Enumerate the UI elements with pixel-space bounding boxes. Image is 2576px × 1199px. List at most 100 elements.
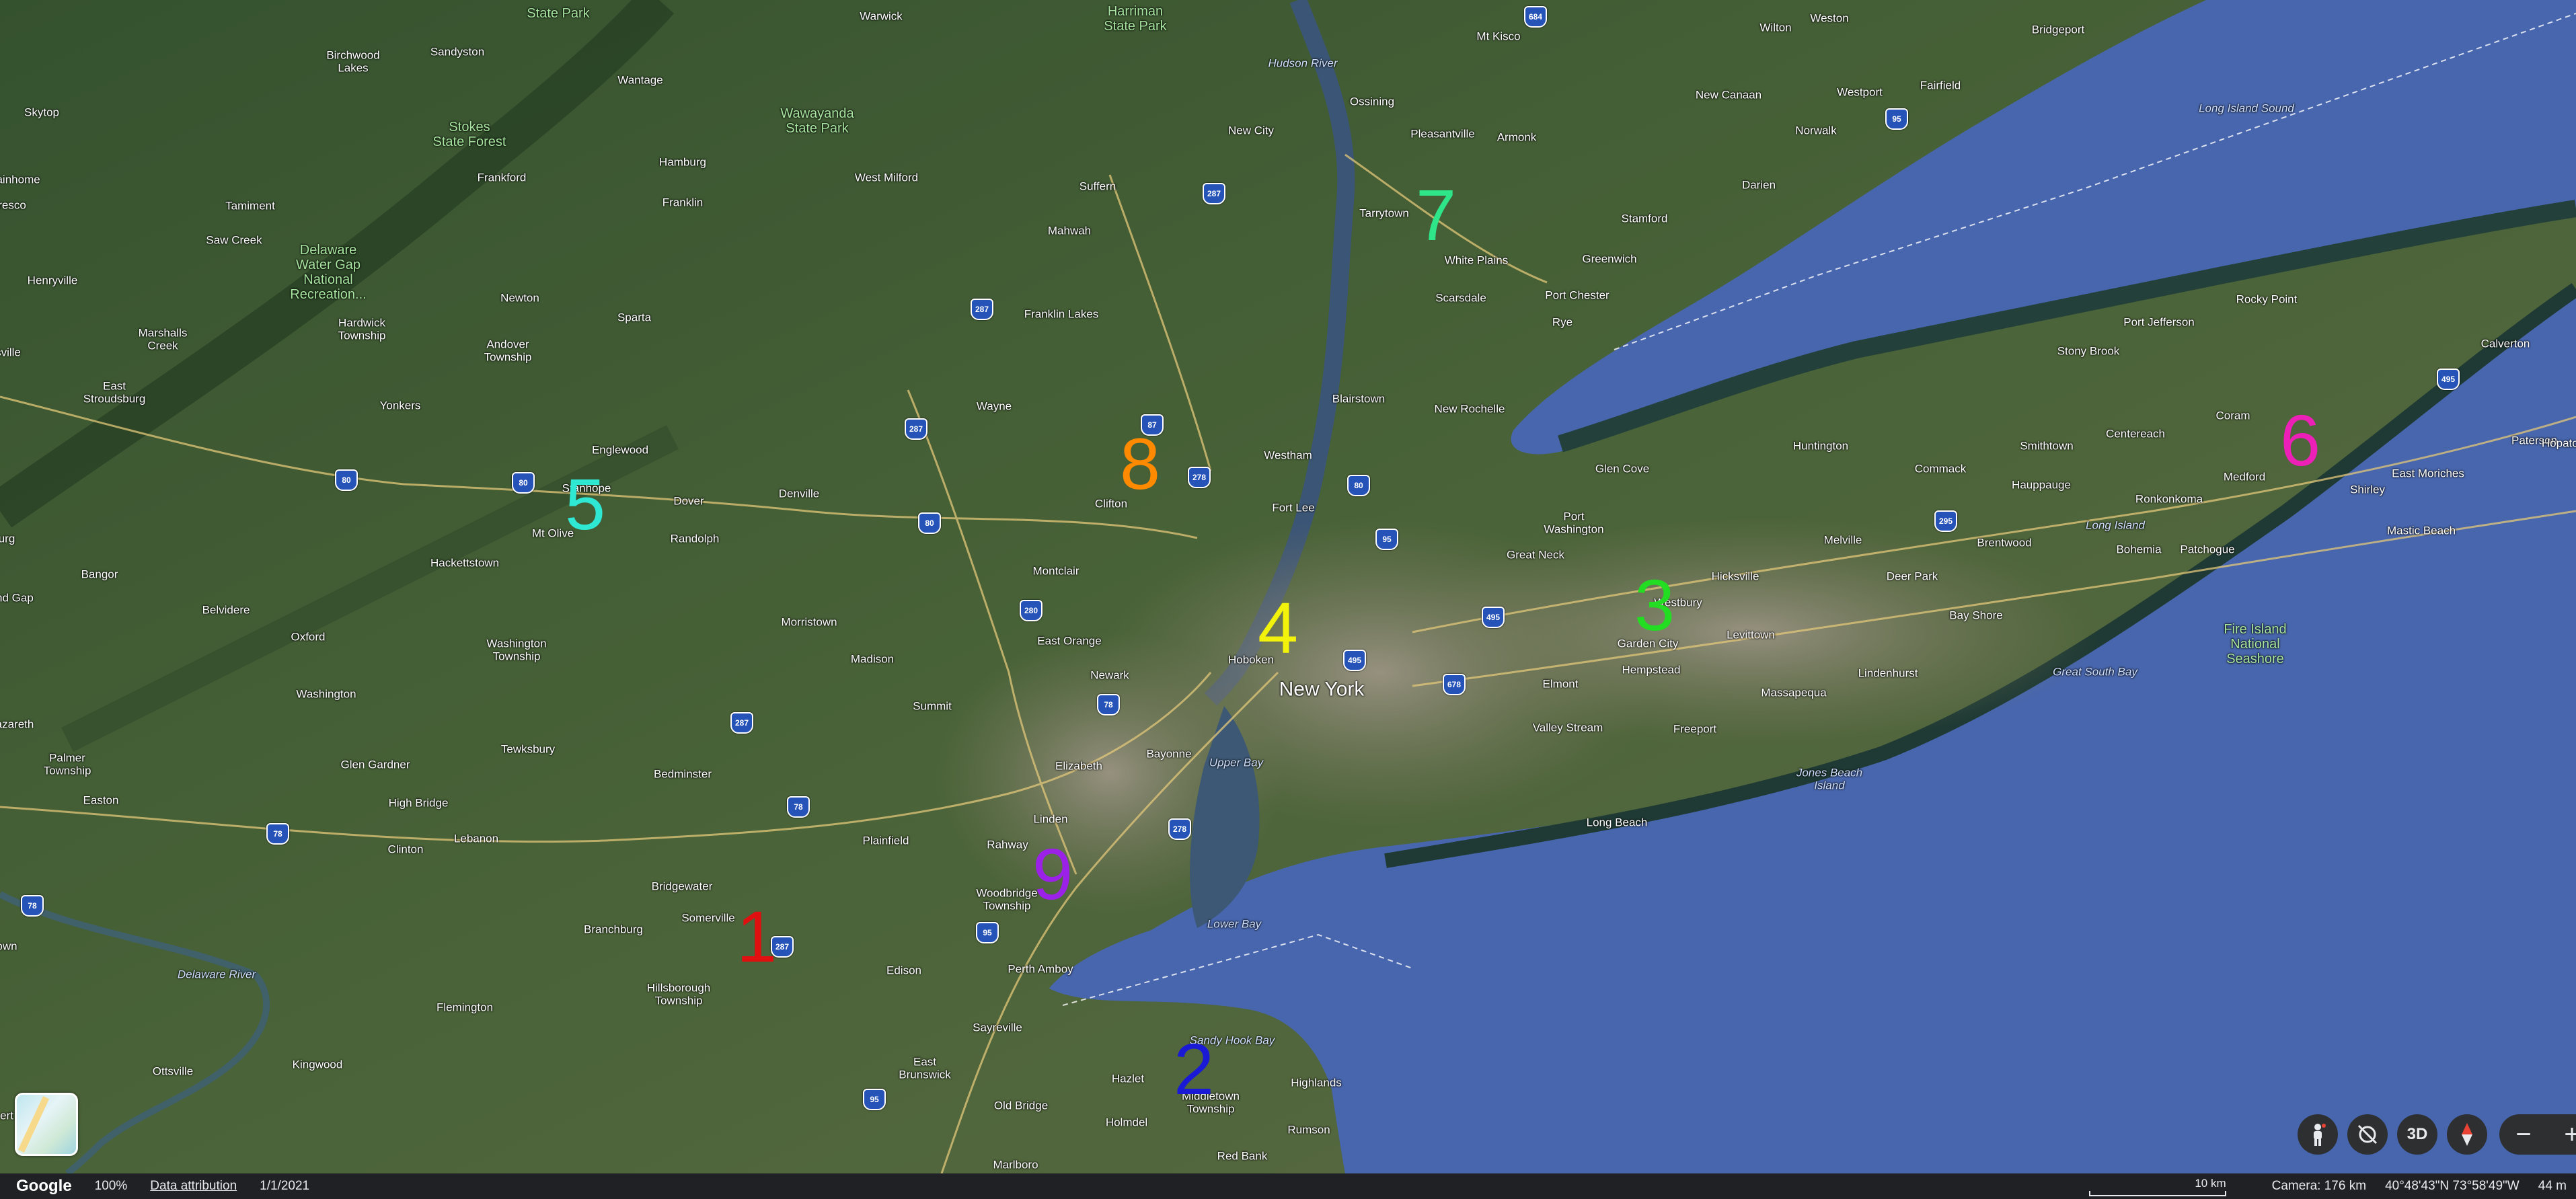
place-label: Elizabeth (1055, 759, 1102, 773)
place-label: azareth (0, 718, 34, 731)
place-label: Deer Park (1886, 570, 1938, 583)
place-label: Bedminster (654, 767, 712, 781)
data-attribution-link[interactable]: Data attribution (150, 1179, 237, 1194)
place-label: Newton (500, 291, 539, 305)
place-label: Lebanon (453, 832, 499, 845)
place-label: New Rochelle (1434, 402, 1505, 416)
marker-4: 4 (1257, 587, 1299, 668)
place-label: Morristown (781, 615, 837, 629)
place-label: Warwick (860, 9, 903, 23)
place-label: Fairfield (1920, 79, 1961, 92)
place-label: Lindenhurst (1858, 666, 1918, 680)
place-label: Skytop (24, 106, 59, 119)
place-label: Hempstead (1622, 663, 1681, 676)
highway-shield: 278 (1168, 818, 1191, 840)
place-label: ntainhome (0, 173, 40, 186)
place-label: Long Island (2086, 518, 2145, 532)
place-label: Somerville (681, 911, 735, 925)
highway-shield: 287 (1203, 183, 1225, 204)
place-label: Henryville (27, 274, 78, 287)
place-label: Bridgeport (2031, 23, 2085, 36)
place-label: Freeport (1673, 722, 1717, 736)
imagery-date: 1/1/2021 (260, 1179, 310, 1193)
place-label: Mahwah (1047, 224, 1092, 237)
place-label: Palmer Township (43, 751, 91, 777)
place-label: Newark (1090, 668, 1129, 682)
place-label: Suffern (1079, 180, 1116, 193)
place-label: Clinton (387, 843, 424, 856)
place-label: Tewksbury (500, 742, 556, 756)
place-label: Sandyston (430, 45, 485, 59)
pegman-button[interactable] (2298, 1114, 2338, 1155)
highway-shield: 95 (863, 1089, 886, 1110)
place-label: Wayne (976, 399, 1012, 413)
3d-button[interactable]: 3D (2397, 1114, 2437, 1155)
tilt-toggle-button[interactable] (2347, 1114, 2388, 1155)
compass-icon (2462, 1123, 2472, 1146)
place-label: Flemington (436, 1001, 494, 1014)
place-label: State Park (527, 6, 590, 21)
highway-shield: 495 (1482, 607, 1505, 628)
place-label: Long Island Sound (2199, 102, 2294, 115)
place-label: Sayreville (973, 1021, 1022, 1034)
zoom-in-button[interactable]: + (2548, 1114, 2576, 1155)
place-label: Weston (1810, 11, 1849, 25)
place-label: Fort Lee (1272, 501, 1315, 514)
place-label: Rumson (1287, 1123, 1330, 1136)
place-label: Linden (1033, 812, 1068, 826)
camera-altitude: Camera: 176 km (2271, 1179, 2367, 1193)
place-label: sville (0, 346, 21, 359)
place-label: Tamiment (225, 199, 275, 212)
zoom-controls: − + (2499, 1114, 2576, 1155)
place-label: Westport (1837, 85, 1883, 99)
place-label: Calverton (2480, 337, 2530, 350)
layer-thumbnail-road (17, 1096, 50, 1153)
highway-shield: 80 (335, 469, 358, 491)
place-label: Massapequa (1761, 686, 1827, 699)
place-label: Branchburg (584, 923, 643, 936)
place-label: Levittown (1727, 628, 1775, 642)
place-label: Edison (886, 964, 921, 977)
tilt-off-icon (2357, 1124, 2378, 1145)
place-label: Centereach (2106, 427, 2165, 440)
scale-label: 10 km (2195, 1176, 2226, 1190)
map-layers-button[interactable] (15, 1093, 78, 1156)
place-label: Belvidere (202, 603, 250, 617)
place-label: Blairstown (1332, 392, 1386, 405)
place-label: Delaware Water Gap National Recreation... (290, 243, 367, 302)
place-label: Port Chester (1545, 288, 1609, 302)
place-label: High Bridge (388, 796, 449, 810)
place-label: Marlboro (993, 1158, 1038, 1171)
place-label: Pleasantville (1410, 127, 1475, 141)
satellite-map[interactable]: State Park Warwick Harriman State Park Mt Ki… (0, 0, 2576, 1173)
place-label: Westham (1264, 449, 1312, 462)
place-label: Birchwood Lakes (326, 48, 380, 74)
marker-8: 8 (1119, 423, 1161, 504)
person-icon (2314, 1124, 2326, 1146)
place-label: Upper Bay (1209, 756, 1264, 769)
place-label: Washington Township (486, 637, 547, 662)
zoom-level: 100% (94, 1179, 128, 1193)
zoom-out-button[interactable]: − (2499, 1114, 2548, 1155)
place-label: Valley Stream (1532, 721, 1603, 734)
compass-button[interactable] (2447, 1114, 2487, 1155)
place-label: Stamford (1621, 212, 1668, 225)
place-label: Woodbridge Township (976, 886, 1038, 912)
highway-shield: 80 (1347, 475, 1370, 496)
highway-shield: 287 (971, 299, 993, 320)
place-label: Saw Creek (206, 233, 262, 247)
place-label: Bay Shore (1949, 609, 2003, 622)
place-label: Norwalk (1795, 124, 1837, 137)
place-label: Melville (1823, 533, 1862, 547)
place-label: Sparta (617, 311, 652, 324)
place-label: Bridgewater (651, 880, 713, 893)
place-label: Ronkonkoma (2135, 492, 2203, 506)
place-label: Port Jefferson (2123, 315, 2195, 329)
place-label: Bangor (81, 568, 118, 581)
place-label: Greenwich (1582, 252, 1637, 266)
place-label: Wawayanda State Park (780, 106, 854, 136)
highway-shield: 280 (1020, 600, 1043, 621)
marker-9: 9 (1032, 833, 1073, 915)
place-label: Delaware River (177, 968, 256, 981)
place-label: Marshalls Creek (138, 326, 188, 352)
